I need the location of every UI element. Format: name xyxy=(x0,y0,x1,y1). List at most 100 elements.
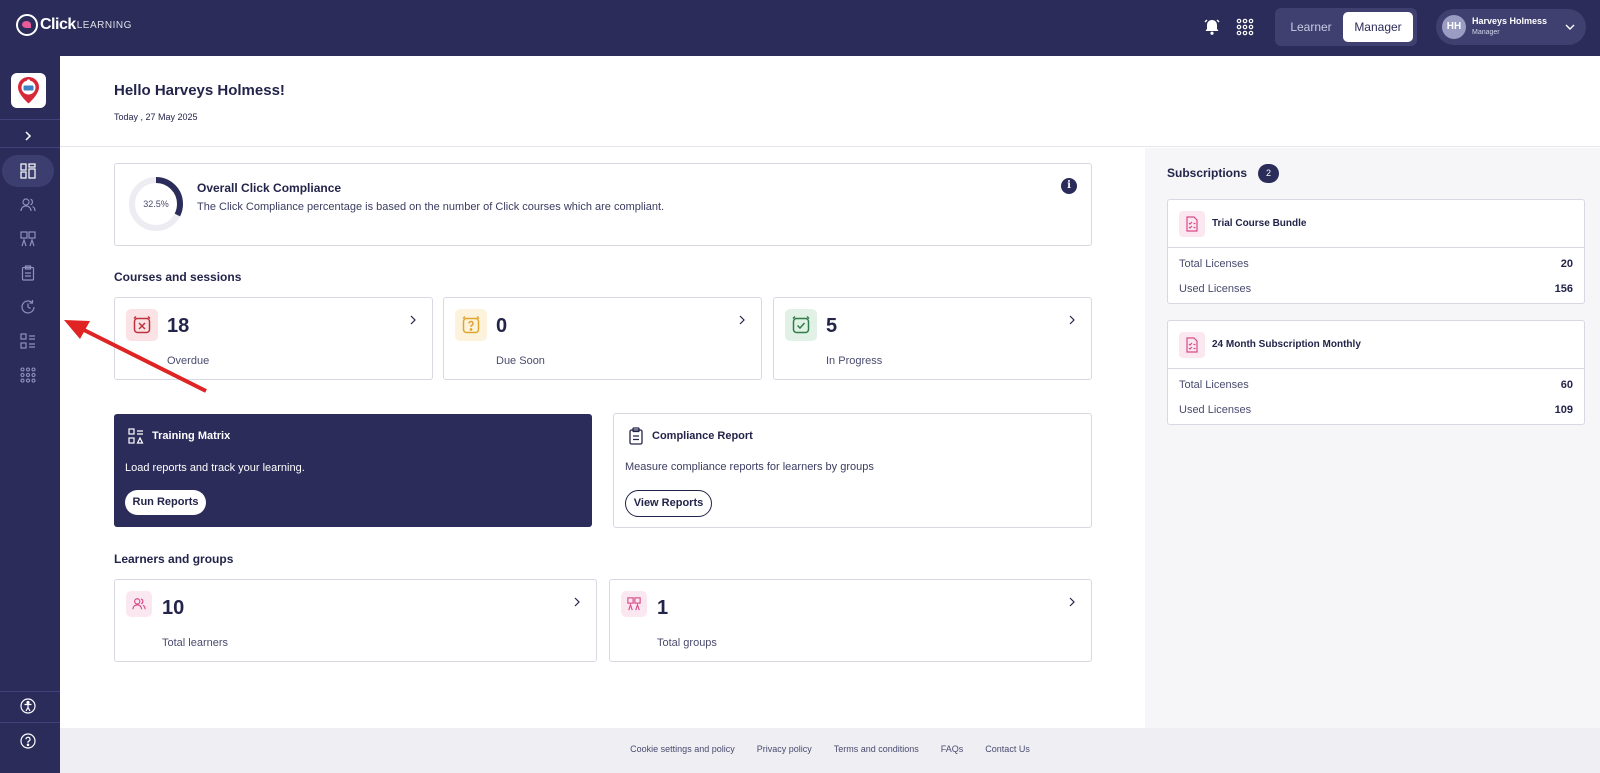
total-licenses-row: Total Licenses 60 xyxy=(1168,374,1584,399)
today-date: Today , 27 May 2025 xyxy=(114,112,198,122)
privacy-policy-link[interactable]: Privacy policy xyxy=(757,744,812,754)
total-licenses-value: 20 xyxy=(1560,258,1573,270)
due-soon-count: 0 xyxy=(496,315,508,337)
used-licenses-row: Used Licenses 109 xyxy=(1168,399,1584,424)
sidebar-divider xyxy=(0,691,60,692)
organisation-logo[interactable] xyxy=(11,73,46,108)
total-licenses-value: 60 xyxy=(1560,379,1573,391)
compliance-description: The Click Compliance percentage is based… xyxy=(197,201,665,213)
subscriptions-count-badge: 2 xyxy=(1258,164,1279,183)
view-reports-button[interactable]: View Reports xyxy=(625,490,712,517)
due-soon-label: Due Soon xyxy=(496,355,545,367)
in-progress-label: In Progress xyxy=(826,355,883,367)
faqs-link[interactable]: FAQs xyxy=(941,744,964,754)
overall-compliance-card: 32.5% Overall Click Compliance The Click… xyxy=(114,163,1092,246)
more-apps-icon[interactable] xyxy=(14,363,42,387)
top-bar: Click LEARNING Learner Manager HH Harvey… xyxy=(0,0,1600,56)
total-groups-count: 1 xyxy=(657,597,669,619)
subscription-name: 24 Month Subscription Monthly xyxy=(1212,339,1361,350)
avatar: HH xyxy=(1442,15,1466,39)
users-icon xyxy=(126,591,152,617)
total-licenses-label: Total Licenses xyxy=(1179,258,1249,270)
chevron-down-icon xyxy=(1564,20,1576,38)
subscription-header: Trial Course Bundle xyxy=(1168,200,1584,248)
click-learning-logo[interactable]: Click LEARNING xyxy=(16,14,132,36)
greeting-header: Hello Harveys Holmess! Today , 27 May 20… xyxy=(60,56,1600,147)
total-learners-count: 10 xyxy=(162,597,185,619)
dashboard-icon[interactable] xyxy=(14,159,42,183)
subscription-name: Trial Course Bundle xyxy=(1212,218,1307,229)
accessibility-icon[interactable] xyxy=(14,694,42,718)
manager-mode-button[interactable]: Manager xyxy=(1343,12,1413,42)
question-clock-icon xyxy=(455,309,487,341)
sidebar-divider xyxy=(0,722,60,723)
chevron-right-icon xyxy=(408,312,418,330)
groups-icon[interactable] xyxy=(14,227,42,251)
subscriptions-title: Subscriptions xyxy=(1167,166,1248,180)
user-role: Manager xyxy=(1472,29,1500,36)
learner-mode-button[interactable]: Learner xyxy=(1285,14,1337,40)
subscription-header: 24 Month Subscription Monthly xyxy=(1168,321,1584,369)
due-soon-courses-card[interactable]: 0 Due Soon xyxy=(443,297,762,380)
total-licenses-row: Total Licenses 20 xyxy=(1168,253,1584,278)
cookie-policy-link[interactable]: Cookie settings and policy xyxy=(630,744,735,754)
contact-us-link[interactable]: Contact Us xyxy=(985,744,1030,754)
page-title: Hello Harveys Holmess! xyxy=(114,82,285,99)
check-clock-icon xyxy=(785,309,817,341)
sidebar xyxy=(0,56,60,773)
used-licenses-value: 109 xyxy=(1554,404,1573,416)
total-licenses-label: Total Licenses xyxy=(1179,379,1249,391)
annotation-arrow xyxy=(64,320,207,393)
used-licenses-value: 156 xyxy=(1554,283,1573,295)
chevron-right-icon xyxy=(1067,312,1077,330)
apps-grid-icon[interactable] xyxy=(1236,18,1254,41)
chevron-right-icon xyxy=(572,594,582,612)
user-profile-menu[interactable]: HH Harveys Holmess Manager xyxy=(1436,9,1586,45)
logo-text-sub: LEARNING xyxy=(76,19,132,31)
clipboard-icon[interactable] xyxy=(14,261,42,285)
training-matrix-card: Training Matrix Load reports and track y… xyxy=(114,414,592,527)
compliance-report-description: Measure compliance reports for learners … xyxy=(625,461,874,473)
total-groups-card[interactable]: 1 Total groups xyxy=(609,579,1092,662)
history-icon[interactable] xyxy=(14,295,42,319)
total-learners-label: Total learners xyxy=(162,637,229,649)
compliance-report-title: Compliance Report xyxy=(652,430,753,442)
document-check-icon xyxy=(1179,211,1205,237)
total-learners-card[interactable]: 10 Total learners xyxy=(114,579,597,662)
compliance-report-card: Compliance Report Measure compliance rep… xyxy=(613,413,1092,528)
logo-mark-icon xyxy=(16,14,38,36)
compliance-title: Overall Click Compliance xyxy=(197,181,342,195)
footer-links: Cookie settings and policy Privacy polic… xyxy=(60,744,1600,754)
learners-icon[interactable] xyxy=(14,193,42,217)
help-icon[interactable] xyxy=(14,729,42,753)
expand-sidebar-chevron-icon[interactable] xyxy=(14,124,42,148)
in-progress-courses-card[interactable]: 5 In Progress xyxy=(773,297,1092,380)
terms-link[interactable]: Terms and conditions xyxy=(834,744,919,754)
groups-icon xyxy=(621,591,647,617)
chevron-right-icon xyxy=(737,312,747,330)
footer: Cookie settings and policy Privacy polic… xyxy=(60,728,1600,773)
chevron-right-icon xyxy=(1067,594,1077,612)
user-name: Harveys Holmess xyxy=(1472,16,1548,26)
reports-icon[interactable] xyxy=(14,329,42,353)
total-groups-label: Total groups xyxy=(657,637,717,649)
used-licenses-label: Used Licenses xyxy=(1179,283,1252,295)
used-licenses-label: Used Licenses xyxy=(1179,404,1252,416)
subscription-card[interactable]: 24 Month Subscription Monthly Total Lice… xyxy=(1167,320,1585,425)
in-progress-count: 5 xyxy=(826,315,838,337)
logo-text-main: Click xyxy=(40,16,76,33)
run-reports-button[interactable]: Run Reports xyxy=(125,490,206,515)
training-matrix-description: Load reports and track your learning. xyxy=(125,462,305,474)
used-licenses-row: Used Licenses 156 xyxy=(1168,278,1584,303)
learners-section-title: Learners and groups xyxy=(114,552,234,566)
mode-toggle: Learner Manager xyxy=(1275,8,1417,46)
document-check-icon xyxy=(1179,332,1205,358)
info-icon[interactable]: i xyxy=(1061,178,1077,194)
sidebar-divider xyxy=(0,119,60,120)
training-matrix-icon xyxy=(128,428,144,449)
notification-bell-icon[interactable] xyxy=(1203,18,1221,41)
training-matrix-title: Training Matrix xyxy=(152,430,231,442)
subscription-card[interactable]: Trial Course Bundle Total Licenses 20 Us… xyxy=(1167,199,1585,304)
clipboard-report-icon xyxy=(628,427,644,450)
sidebar-divider xyxy=(0,147,60,148)
